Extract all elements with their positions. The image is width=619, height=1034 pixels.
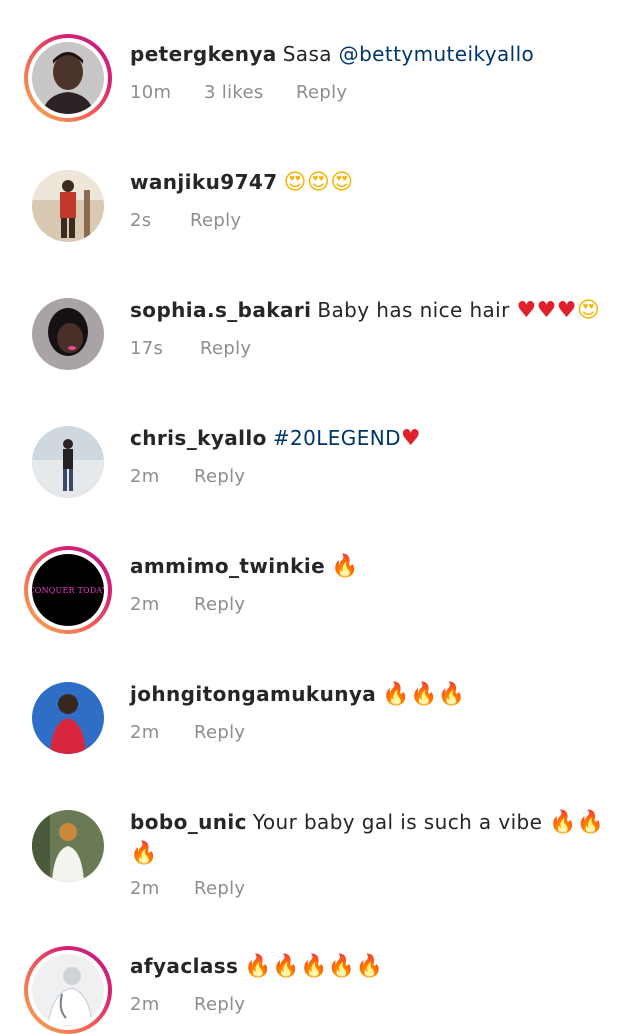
comment-username[interactable]: petergkenya <box>130 42 277 66</box>
comment-time: 2m <box>130 994 160 1015</box>
comment-text: johngitongamukunya 🔥🔥🔥 <box>130 679 610 710</box>
comment-item: afyaclass 🔥🔥🔥🔥🔥 2m Reply <box>0 946 619 1034</box>
fire-emoji: 🔥🔥🔥 <box>382 682 466 707</box>
avatar <box>32 42 104 114</box>
comment-item: sophia.s_bakari Baby has nice hair ♥♥♥😍 1… <box>0 290 619 390</box>
reply-button[interactable]: Reply <box>194 878 245 899</box>
comments-list: petergkenya Sasa @bettymuteikyallo 10m 3 … <box>0 0 619 1034</box>
comment-body: Your baby gal is such a vibe <box>252 810 550 834</box>
comment-username[interactable]: ammimo_twinkie <box>130 554 325 578</box>
comment-item: wanjiku9747 😍😍😍 2s Reply <box>0 162 619 262</box>
comment-meta: 17s Reply <box>130 338 251 359</box>
heart-eyes-emoji: 😍😍😍 <box>283 170 354 195</box>
reply-button[interactable]: Reply <box>194 466 245 487</box>
avatar[interactable] <box>32 298 104 370</box>
comment-text: chris_kyallo #20LEGEND♥ <box>130 423 610 454</box>
comment-body: Sasa <box>282 42 339 66</box>
comment-text: sophia.s_bakari Baby has nice hair ♥♥♥😍 <box>130 295 610 326</box>
comment-item: CONQUER TODAY ammimo_twinkie 🔥 2m Reply <box>0 546 619 646</box>
comment-text: ammimo_twinkie 🔥 <box>130 551 610 582</box>
comment-text: afyaclass 🔥🔥🔥🔥🔥 <box>130 951 610 982</box>
comment-meta: 2m Reply <box>130 466 245 487</box>
avatar[interactable] <box>32 426 104 498</box>
comment-meta: 2m Reply <box>130 878 245 899</box>
comment-username[interactable]: sophia.s_bakari <box>130 298 311 322</box>
avatar-story-ring[interactable] <box>24 34 112 122</box>
fire-emoji: 🔥 <box>331 554 359 579</box>
comment-username[interactable]: johngitongamukunya <box>130 682 376 706</box>
comment-text: bobo_unic Your baby gal is such a vibe 🔥🔥… <box>130 807 610 869</box>
comment-meta: 2m Reply <box>130 594 245 615</box>
comment-time: 2m <box>130 722 160 743</box>
reply-button[interactable]: Reply <box>296 82 347 103</box>
comment-meta: 10m 3 likes Reply <box>130 82 347 103</box>
heart-emoji: ♥♥♥ <box>516 298 577 323</box>
comment-time: 2m <box>130 466 160 487</box>
likes-count[interactable]: 3 likes <box>204 82 296 103</box>
comment-item: petergkenya Sasa @bettymuteikyallo 10m 3 … <box>0 34 619 134</box>
fire-emoji: 🔥🔥🔥🔥🔥 <box>244 954 384 979</box>
hashtag-link[interactable]: #20LEGEND <box>273 426 401 450</box>
comment-text: wanjiku9747 😍😍😍 <box>130 167 610 198</box>
avatar: CONQUER TODAY <box>32 554 104 626</box>
comment-username[interactable]: wanjiku9747 <box>130 170 278 194</box>
avatar-caption: CONQUER TODAY <box>32 585 104 595</box>
comment-item: bobo_unic Your baby gal is such a vibe 🔥🔥… <box>0 802 619 912</box>
avatar <box>32 954 104 1026</box>
avatar[interactable] <box>32 810 104 882</box>
comment-time: 10m <box>130 82 172 103</box>
avatar[interactable] <box>32 682 104 754</box>
comment-time: 2m <box>130 878 160 899</box>
mention-link[interactable]: @bettymuteikyallo <box>339 42 535 66</box>
reply-button[interactable]: Reply <box>194 594 245 615</box>
comment-time: 2m <box>130 594 160 615</box>
comment-time: 2s <box>130 210 152 231</box>
avatar-story-ring[interactable]: CONQUER TODAY <box>24 546 112 634</box>
reply-button[interactable]: Reply <box>194 994 245 1015</box>
reply-button[interactable]: Reply <box>190 210 241 231</box>
avatar-story-ring[interactable] <box>24 946 112 1034</box>
comment-meta: 2m Reply <box>130 994 245 1015</box>
comment-item: johngitongamukunya 🔥🔥🔥 2m Reply <box>0 674 619 774</box>
comment-body: Baby has nice hair <box>317 298 517 322</box>
avatar[interactable] <box>32 170 104 242</box>
comment-text: petergkenya Sasa @bettymuteikyallo <box>130 39 610 69</box>
reply-button[interactable]: Reply <box>194 722 245 743</box>
comment-time: 17s <box>130 338 164 359</box>
comment-meta: 2s Reply <box>130 210 241 231</box>
heart-eyes-emoji: 😍 <box>576 298 601 323</box>
comment-meta: 2m Reply <box>130 722 245 743</box>
heart-emoji: ♥ <box>400 426 422 451</box>
comment-username[interactable]: afyaclass <box>130 954 238 978</box>
comment-username[interactable]: chris_kyallo <box>130 426 267 450</box>
comment-username[interactable]: bobo_unic <box>130 810 247 834</box>
comment-item: chris_kyallo #20LEGEND♥ 2m Reply <box>0 418 619 518</box>
reply-button[interactable]: Reply <box>200 338 251 359</box>
